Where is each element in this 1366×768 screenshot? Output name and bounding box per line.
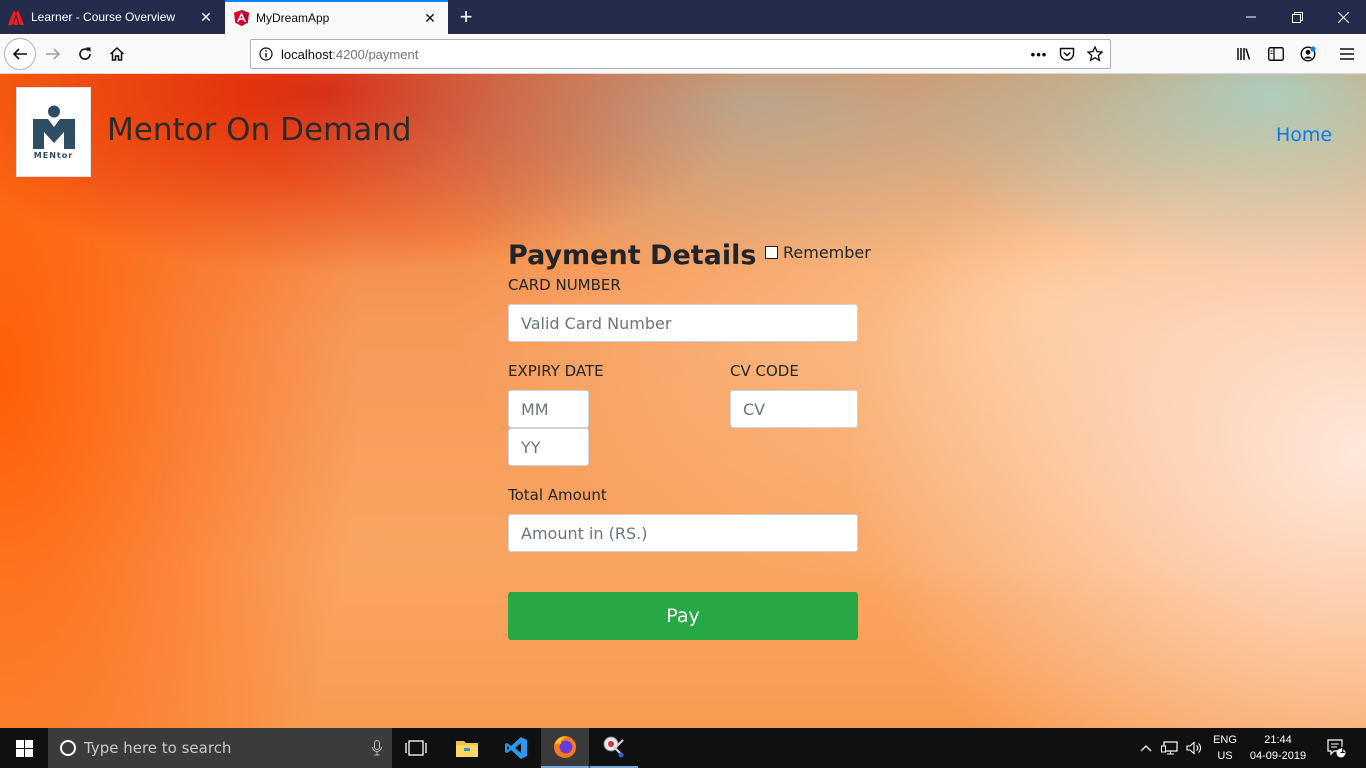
adobe-icon xyxy=(8,9,24,25)
folder-icon xyxy=(456,741,478,757)
back-button[interactable] xyxy=(4,38,36,70)
reload-icon xyxy=(79,47,91,60)
url-bar[interactable]: localhost:4200/payment ••• xyxy=(250,39,1111,69)
arrow-left-icon xyxy=(12,48,27,60)
page-content: MENtor Mentor On Demand Home Payment Det… xyxy=(0,74,1366,728)
tab-title: MyDreamApp xyxy=(256,11,330,25)
input-language-indicator[interactable]: ENG US xyxy=(1207,728,1243,768)
url-host: localhost xyxy=(281,46,333,62)
mentor-logo-icon xyxy=(32,105,75,149)
browser-tab-bar: Learner - Course Overview ✕ MyDreamApp ✕… xyxy=(0,0,1366,34)
browser-navigation-bar: localhost:4200/payment ••• xyxy=(0,34,1366,74)
close-icon[interactable]: ✕ xyxy=(418,6,442,30)
new-tab-button[interactable]: + xyxy=(452,2,480,32)
site-brand-title: Mentor On Demand xyxy=(107,112,412,148)
card-number-input[interactable] xyxy=(508,304,858,342)
clock-time: 21:44 xyxy=(1264,734,1292,746)
show-hidden-icons-button[interactable] xyxy=(1136,728,1156,768)
pay-button[interactable]: Pay xyxy=(508,592,858,640)
sidebar-icon[interactable] xyxy=(1260,38,1292,70)
cv-code-label: CV CODE xyxy=(730,362,799,380)
action-center-button[interactable]: 1 xyxy=(1318,728,1354,768)
info-icon[interactable] xyxy=(251,47,281,61)
logo-text: MENtor xyxy=(33,150,74,160)
snipping-tool-icon xyxy=(603,736,624,758)
forward-button[interactable] xyxy=(37,38,69,70)
snipping-tool-app[interactable] xyxy=(590,728,638,768)
url-path: :4200/payment xyxy=(332,46,419,62)
home-icon xyxy=(109,46,125,61)
reload-button[interactable] xyxy=(69,38,101,70)
notification-count: 1 xyxy=(1340,745,1346,755)
home-button[interactable] xyxy=(101,38,133,70)
task-view-icon xyxy=(405,740,427,756)
cv-code-input[interactable] xyxy=(730,390,858,428)
microphone-icon[interactable] xyxy=(362,740,392,756)
network-icon[interactable] xyxy=(1158,728,1182,768)
taskbar-search-placeholder: Type here to search xyxy=(84,739,232,757)
expiry-month-input[interactable] xyxy=(508,390,589,428)
clock-date: 04-09-2019 xyxy=(1249,750,1307,762)
close-icon[interactable]: ✕ xyxy=(194,5,218,29)
pocket-icon[interactable] xyxy=(1058,45,1076,63)
tab-mydreamapp[interactable]: MyDreamApp ✕ xyxy=(225,0,448,34)
chevron-up-icon xyxy=(1140,745,1152,752)
minimize-button[interactable] xyxy=(1228,0,1274,34)
volume-icon[interactable] xyxy=(1183,728,1207,768)
start-button[interactable] xyxy=(0,728,48,768)
account-icon[interactable] xyxy=(1292,38,1324,70)
menu-icon[interactable] xyxy=(1331,38,1363,70)
tab-learner-course-overview[interactable]: Learner - Course Overview ✕ xyxy=(0,0,224,34)
url-text: localhost:4200/payment xyxy=(281,47,418,62)
windows-logo-icon xyxy=(15,739,33,757)
payment-details-title: Payment Details xyxy=(508,240,757,271)
expiry-year-input[interactable] xyxy=(508,428,589,466)
card-number-label: CARD NUMBER xyxy=(508,276,621,294)
angular-icon xyxy=(233,10,249,26)
clock[interactable]: 21:44 04-09-2019 xyxy=(1244,728,1312,768)
expiry-date-label: EXPIRY DATE xyxy=(508,362,604,380)
library-icon[interactable] xyxy=(1228,38,1260,70)
vscode-icon xyxy=(505,737,527,759)
file-explorer-app[interactable] xyxy=(443,728,491,768)
windows-taskbar: Type here to search ENG US 21:44 04-09-201… xyxy=(0,728,1366,768)
remember-option[interactable]: Remember xyxy=(765,243,871,262)
task-view-button[interactable] xyxy=(392,728,440,768)
restore-button[interactable] xyxy=(1274,0,1320,34)
cortana-icon xyxy=(60,740,76,756)
language-region: US xyxy=(1217,750,1233,762)
tab-title: Learner - Course Overview xyxy=(31,10,176,24)
amount-input[interactable] xyxy=(508,514,858,552)
firefox-app[interactable] xyxy=(541,728,589,768)
bookmark-star-icon[interactable] xyxy=(1086,45,1104,63)
remember-checkbox[interactable] xyxy=(765,246,778,259)
arrow-right-icon xyxy=(46,48,61,60)
remember-label: Remember xyxy=(783,243,871,262)
vscode-app[interactable] xyxy=(492,728,540,768)
firefox-icon xyxy=(554,736,576,758)
language-code: ENG xyxy=(1213,734,1237,746)
nav-home-link[interactable]: Home xyxy=(1276,124,1332,146)
page-actions-icon[interactable]: ••• xyxy=(1030,45,1048,63)
total-amount-label: Total Amount xyxy=(508,486,607,504)
logo[interactable]: MENtor xyxy=(16,87,91,177)
close-window-button[interactable] xyxy=(1320,0,1366,34)
taskbar-search-box[interactable]: Type here to search xyxy=(48,728,392,768)
